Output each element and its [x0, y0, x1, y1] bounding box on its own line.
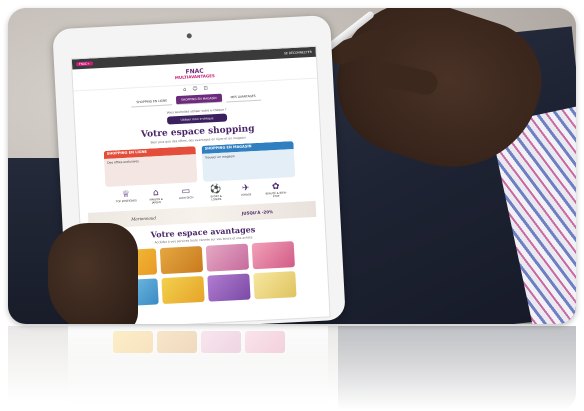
- cart-icon[interactable]: ⊡: [203, 85, 208, 91]
- reflection-tile: [201, 331, 241, 353]
- avantage-tile[interactable]: [161, 276, 205, 305]
- category-label: BEAUTÉ & BIEN-ÊTRE: [265, 191, 287, 199]
- account-badge[interactable]: FNAC+: [75, 61, 93, 67]
- category-top-enseignes[interactable]: ♕ TOP ENSEIGNES: [115, 190, 138, 206]
- category-label: VOYAGE: [240, 193, 252, 197]
- avantage-tile[interactable]: [251, 241, 295, 270]
- category-high-tech[interactable]: ▭ HIGH-TECH: [175, 186, 198, 203]
- category-label: SPORT & LOISIRS: [210, 194, 222, 202]
- reflection-trousers: [338, 326, 576, 411]
- nav-shopping-store[interactable]: SHOPPING EN MAGASIN: [175, 93, 222, 106]
- tablet-camera: [186, 33, 192, 39]
- reflection: [8, 326, 576, 411]
- logout-link[interactable]: SE DÉCONNECTER: [284, 50, 312, 55]
- card-online-title: SHOPPING EN LIGNE: [106, 149, 147, 156]
- reflection-grid: [113, 331, 285, 353]
- reflection-tile: [245, 331, 285, 353]
- card-shopping-online[interactable]: SHOPPING EN LIGNE Des offres exclusives: [103, 146, 198, 187]
- category-label: TOP ENSEIGNES: [115, 199, 137, 204]
- card-online-body: Des offres exclusives: [107, 159, 139, 165]
- avantage-tile[interactable]: [207, 273, 251, 302]
- card-store-title: SHOPPING EN MAGASIN: [204, 144, 252, 151]
- category-maison[interactable]: ⌂ MAISON & JARDIN: [145, 188, 168, 205]
- category-sport[interactable]: ⚽ SPORT & LOISIRS: [205, 185, 228, 202]
- reflection-tile: [113, 331, 153, 353]
- banner-offer: JUSQU'À -20%: [241, 208, 274, 216]
- logo-bottom: MULTIAVANTAGES: [174, 72, 215, 80]
- reflection-tile: [157, 331, 197, 353]
- avantage-tile[interactable]: [159, 246, 204, 275]
- card-shopping-store[interactable]: SHOPPING EN MAGASIN Trouver un magasin: [201, 141, 296, 182]
- user-icon[interactable]: ☺: [192, 86, 198, 92]
- card-store-body: Trouver un magasin: [205, 154, 235, 160]
- avantage-tile[interactable]: [205, 243, 250, 272]
- category-label: MAISON & JARDIN: [149, 197, 163, 205]
- category-beaute[interactable]: ✿ BEAUTÉ & BIEN-ÊTRE: [265, 182, 288, 198]
- category-voyage[interactable]: ✈ VOYAGE: [235, 183, 258, 200]
- use-echeque-button[interactable]: Utiliser mon e-chèque: [166, 113, 228, 125]
- left-hand: [48, 223, 138, 324]
- avantage-tile[interactable]: [253, 271, 297, 300]
- shopping-cards: SHOPPING EN LIGNE Des offres exclusives …: [77, 140, 323, 189]
- category-label: HIGH-TECH: [178, 196, 194, 201]
- photo-background: FNAC+ SE DÉCONNECTER FNAC MULTIAVANTAGES…: [8, 8, 576, 324]
- site-logo[interactable]: FNAC MULTIAVANTAGES: [174, 67, 215, 80]
- banner-brand: Marionnaud: [131, 215, 157, 222]
- home-icon[interactable]: ⌂: [183, 87, 186, 93]
- nav-avantages[interactable]: MES AVANTAGES: [225, 91, 261, 103]
- nav-shopping-online[interactable]: SHOPPING EN LIGNE: [131, 96, 173, 108]
